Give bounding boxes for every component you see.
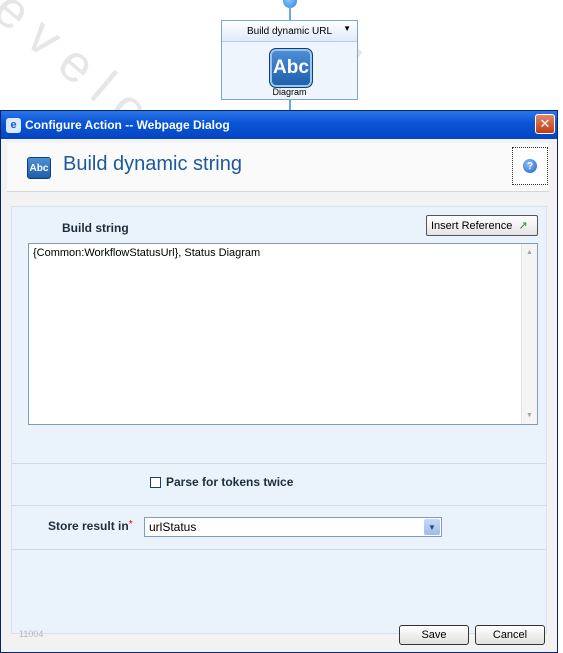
node-menu-arrow-icon[interactable]: ▼ xyxy=(343,24,351,33)
build-string-value: {Common:WorkflowStatusUrl}, Status Diagr… xyxy=(33,247,261,259)
ie-icon: e xyxy=(6,117,21,133)
divider xyxy=(12,549,546,550)
form-panel: Build string Insert Reference ↗ {Common:… xyxy=(11,206,547,634)
node-title: Build dynamic URL xyxy=(246,25,333,37)
action-header: Abc Build dynamic string ? xyxy=(7,143,549,192)
build-string-icon: Abc xyxy=(27,157,51,179)
parse-tokens-option[interactable]: Parse for tokens twice xyxy=(150,475,293,489)
dialog-title: Configure Action -- Webpage Dialog xyxy=(25,118,230,132)
store-result-value: urlStatus xyxy=(149,520,197,534)
dialog-titlebar[interactable]: e Configure Action -- Webpage Dialog ✕ xyxy=(1,111,557,139)
close-icon: ✕ xyxy=(539,116,551,131)
textarea-scrollbar[interactable]: ▲ ▼ xyxy=(521,244,537,424)
action-title: Build dynamic string xyxy=(63,153,242,175)
divider xyxy=(12,505,546,506)
connector-line xyxy=(289,6,291,20)
save-button[interactable]: Save xyxy=(399,625,469,645)
scroll-up-icon[interactable]: ▲ xyxy=(523,246,536,259)
insert-reference-icon: ↗ xyxy=(518,220,528,232)
cancel-button[interactable]: Cancel xyxy=(475,625,545,645)
footer-code: 11004 xyxy=(19,629,44,639)
scroll-down-icon[interactable]: ▼ xyxy=(523,409,536,422)
connector-line xyxy=(289,100,291,110)
store-result-select[interactable]: urlStatus ▼ xyxy=(144,517,442,537)
insert-reference-button[interactable]: Insert Reference ↗ xyxy=(426,215,538,236)
help-icon: ? xyxy=(523,159,537,173)
required-marker: * xyxy=(128,519,133,530)
build-string-icon: Abc xyxy=(269,48,313,88)
help-button[interactable]: ? xyxy=(512,147,548,185)
parse-tokens-label: Parse for tokens twice xyxy=(166,475,294,489)
close-button[interactable]: ✕ xyxy=(535,114,555,134)
insert-reference-label: Insert Reference xyxy=(431,219,513,232)
configure-action-dialog: e Configure Action -- Webpage Dialog ✕ A… xyxy=(0,110,558,653)
build-string-label: Build string xyxy=(62,221,129,235)
node-caption: Diagram xyxy=(272,87,307,97)
divider xyxy=(12,463,546,464)
parse-tokens-checkbox[interactable] xyxy=(150,476,161,488)
store-result-label-group: Store result in* xyxy=(48,519,133,533)
store-result-label: Store result in xyxy=(48,519,129,533)
chevron-down-icon[interactable]: ▼ xyxy=(424,519,440,535)
node-header[interactable]: Build dynamic URL ▼ xyxy=(222,21,357,42)
workflow-action-node[interactable]: Build dynamic URL ▼ Abc Diagram xyxy=(221,20,358,100)
build-string-textarea[interactable]: {Common:WorkflowStatusUrl}, Status Diagr… xyxy=(28,243,538,425)
